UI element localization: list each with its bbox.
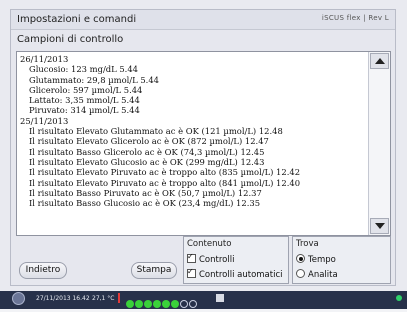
list-item: Il risultato Elevato Glucosio ac è OK (2…: [29, 156, 265, 167]
content-group-title: Contenuto: [187, 239, 232, 249]
list-item: Il risultato Elevato Piruvato ac è tropp…: [29, 177, 301, 188]
radio-on-icon: [296, 254, 305, 263]
list-item: Il risultato Basso Glucosio ac è OK (23,…: [29, 198, 261, 209]
app-frame: Impostazioni e comandi iSCUS flex | Rev …: [0, 0, 407, 309]
title-bar: Impostazioni e comandi iSCUS flex | Rev …: [11, 10, 395, 30]
auto-controls-checkbox[interactable]: Controlli automatici: [187, 267, 283, 280]
indicator-on-icon: [171, 300, 179, 308]
brand-logo: iSCUS flex | Rev L: [321, 14, 389, 22]
list-item: 25/11/2013: [20, 115, 69, 126]
control-samples-list[interactable]: 26/11/2013 Glucosio: 123 mg/dL 5.44 Glutam…: [16, 51, 391, 236]
time-radio[interactable]: Tempo: [296, 254, 336, 265]
indicator-on-icon: [153, 300, 161, 308]
list-item: Il risultato Elevato Piruvato ac è tropp…: [29, 167, 301, 178]
controls-checkbox[interactable]: Controlli: [187, 252, 235, 265]
analyte-radio[interactable]: Analita: [296, 269, 338, 280]
list-item: Il risultato Elevato Glicerolo ac è OK (…: [29, 136, 269, 147]
list-item: Piruvato: 314 µmol/L 5.44: [29, 105, 140, 116]
indicator-on-icon: [135, 300, 143, 308]
auto-controls-label: Controlli automatici: [199, 270, 283, 280]
arrow-up-icon: [375, 58, 385, 64]
list-item: Il risultato Elevato Glutammato ac è OK …: [29, 126, 283, 137]
back-button[interactable]: Indietro: [19, 262, 67, 279]
window-title: Impostazioni e comandi: [17, 14, 137, 25]
scroll-down-button[interactable]: [370, 218, 389, 234]
status-datetime: 27/11/2013 16.42: [36, 295, 90, 302]
indicator-off-icon: [180, 300, 188, 308]
status-bar: 27/11/2013 16.42 27,1 °C: [0, 291, 407, 309]
status-temperature: 27,1 °C: [92, 295, 115, 302]
indicator-on-icon: [144, 300, 152, 308]
menu-circle-icon[interactable]: [12, 292, 25, 305]
alarm-indicator-icon: [118, 293, 120, 303]
check-icon: [187, 267, 196, 278]
indicator-on-icon: [162, 300, 170, 308]
list-item: Il risultato Basso Glicerolo ac è OK (74…: [29, 146, 265, 157]
status-indicators: [126, 293, 198, 312]
settings-panel: Impostazioni e comandi iSCUS flex | Rev …: [10, 9, 396, 286]
list-item: Glutammato: 29,8 µmol/L 5.44: [29, 74, 159, 85]
list-item: Glicerolo: 597 µmol/L 5.44: [29, 84, 143, 95]
radio-off-icon: [296, 269, 305, 278]
find-group-title: Trova: [296, 239, 319, 249]
controls-label: Controlli: [199, 255, 235, 265]
list-item: Il risultato Basso Piruvato ac è OK (50,…: [29, 187, 262, 198]
analyte-label: Analita: [308, 270, 338, 280]
scrollbar[interactable]: [368, 52, 390, 235]
section-title: Campioni di controllo: [17, 34, 124, 45]
arrow-down-icon: [375, 223, 385, 229]
time-label: Tempo: [308, 255, 336, 265]
indicator-on-icon: [126, 300, 134, 308]
list-item: Glucosio: 123 mg/dL 5.44: [29, 64, 139, 75]
find-group: Trova Tempo Analita: [292, 236, 391, 284]
list-item: 26/11/2013: [20, 54, 69, 64]
check-icon: [187, 252, 196, 263]
print-button[interactable]: Stampa: [131, 262, 177, 279]
list-lines: 26/11/2013 Glucosio: 123 mg/dL 5.44 Glutam…: [20, 54, 370, 208]
device-icon: [216, 294, 224, 302]
content-group: Contenuto Controlli Controlli automatici: [183, 236, 289, 284]
indicator-off-icon: [189, 300, 197, 308]
scroll-up-button[interactable]: [370, 53, 389, 69]
connection-icon: [396, 295, 402, 301]
list-item: Lattato: 3,35 mmol/L 5.44: [29, 95, 140, 106]
